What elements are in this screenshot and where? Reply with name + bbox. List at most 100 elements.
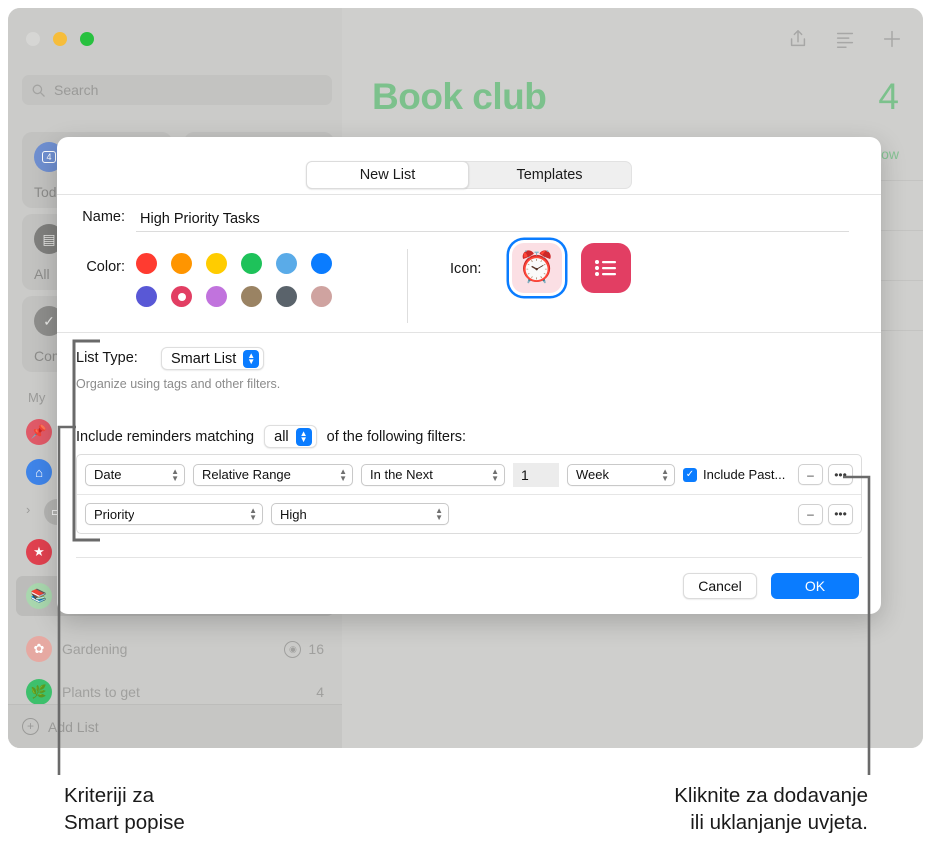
- leaf-icon: 🌿: [26, 679, 52, 705]
- match-rule-row: Include reminders matching all ▲ ▼ of the…: [76, 425, 466, 448]
- remove-filter-button[interactable]: –: [798, 503, 823, 525]
- filter-row-date: Date ▲ ▼ Relative Range ▲ ▼ In the Next ▲ ▼…: [77, 455, 861, 494]
- color-swatch-slate[interactable]: [276, 286, 297, 307]
- list-count: 16: [308, 641, 324, 657]
- filter-row-buttons: – •••: [798, 464, 853, 485]
- color-swatch-dusty-rose[interactable]: [311, 286, 332, 307]
- alarm-clock-emoji-icon: ⏰: [518, 251, 556, 284]
- more-filter-options-button[interactable]: •••: [828, 503, 853, 525]
- icon-label: Icon:: [450, 261, 482, 277]
- add-list-label: Add List: [48, 718, 99, 735]
- sidebar-list-item-gardening[interactable]: ✿ Gardening ◉ 16: [16, 629, 334, 669]
- dialog-divider-bottom: [76, 557, 862, 558]
- plus-circle-icon: +: [22, 718, 39, 735]
- color-swatch-indigo[interactable]: [136, 286, 157, 307]
- add-icon[interactable]: [881, 28, 903, 50]
- filter-direction-select[interactable]: In the Next ▲ ▼: [361, 463, 505, 486]
- color-swatch-row: [136, 253, 332, 274]
- list-bullet-icon: [595, 260, 616, 276]
- filter-direction-value: In the Next: [370, 467, 433, 482]
- tab-new-list[interactable]: New List: [306, 161, 469, 189]
- filter-mode-select[interactable]: Relative Range ▲ ▼: [193, 463, 353, 486]
- add-list-button[interactable]: + Add List: [8, 704, 342, 748]
- color-swatch-light-blue[interactable]: [276, 253, 297, 274]
- match-type-value: all: [274, 428, 289, 445]
- chevron-updown-icon: ▲ ▼: [491, 466, 499, 483]
- minimize-window-icon[interactable]: [53, 32, 67, 46]
- maximize-window-icon[interactable]: [80, 32, 94, 46]
- include-past-label: Include Past...: [703, 467, 786, 482]
- ok-button[interactable]: OK: [771, 573, 859, 599]
- filter-unit-select[interactable]: Week ▲ ▼: [567, 463, 675, 486]
- pin-icon: 📌: [26, 419, 52, 445]
- filter-mode-value: Relative Range: [202, 467, 291, 482]
- chevron-updown-icon: ▲ ▼: [661, 466, 669, 483]
- list-name-input[interactable]: [136, 206, 849, 232]
- color-swatch-pink-selected[interactable]: [171, 286, 192, 307]
- chevron-updown-icon: ▲ ▼: [243, 349, 260, 368]
- list-type-label: List Type:: [76, 350, 138, 366]
- window-toolbar: [787, 28, 903, 50]
- filter-amount-input[interactable]: [513, 462, 559, 487]
- color-swatch-green[interactable]: [241, 253, 262, 274]
- checkmark-icon: ✓: [683, 467, 697, 482]
- color-swatch-yellow[interactable]: [206, 253, 227, 274]
- filter-attribute-select[interactable]: Priority ▲ ▼: [85, 503, 263, 525]
- more-filter-options-button[interactable]: •••: [828, 464, 853, 485]
- color-swatch-blue[interactable]: [311, 253, 332, 274]
- chevron-updown-icon: ▲ ▼: [171, 466, 179, 483]
- color-swatch-grid: [136, 253, 332, 319]
- callout-left-line2: Smart popise: [64, 811, 185, 835]
- filter-row-buttons: – •••: [798, 503, 853, 525]
- filter-unit-value: Week: [576, 467, 609, 482]
- color-swatch-red[interactable]: [136, 253, 157, 274]
- list-name: Gardening: [62, 641, 128, 657]
- reminder-count: 4: [878, 76, 899, 117]
- icon-option-list-bullet[interactable]: [581, 243, 631, 293]
- callout-right-text: Kliknite za dodavanje ili uklanjanje uvj…: [674, 782, 868, 836]
- match-suffix-label: of the following filters:: [326, 428, 467, 445]
- filter-value-select[interactable]: High ▲ ▼: [271, 503, 449, 525]
- name-field-label: Name:: [82, 209, 125, 225]
- callout-right-line1: Kliknite za dodavanje: [674, 784, 868, 807]
- icon-option-alarm-clock-selected[interactable]: ⏰: [512, 243, 562, 293]
- color-swatch-brown[interactable]: [241, 286, 262, 307]
- dialog-divider-top: [57, 194, 881, 195]
- star-icon: ★: [26, 539, 52, 565]
- filter-attribute-select[interactable]: Date ▲ ▼: [85, 463, 185, 486]
- dialog-footer: Cancel OK: [683, 573, 859, 599]
- color-swatch-orange[interactable]: [171, 253, 192, 274]
- screenshot-root: Search 4 Tod ▤ All ✓ Com My �: [0, 0, 931, 851]
- match-type-select[interactable]: all ▲ ▼: [264, 425, 317, 448]
- list-view-icon[interactable]: [834, 28, 856, 50]
- filter-attribute-value: Priority: [94, 506, 135, 522]
- match-prefix-label: Include reminders matching: [76, 428, 255, 445]
- color-swatch-purple[interactable]: [206, 286, 227, 307]
- close-window-icon[interactable]: [26, 32, 40, 46]
- filters-list: Date ▲ ▼ Relative Range ▲ ▼ In the Next ▲ ▼…: [76, 454, 862, 534]
- search-placeholder: Search: [54, 82, 99, 98]
- books-icon: 📚: [26, 583, 52, 609]
- smart-card-label: All: [34, 266, 50, 282]
- list-type-select[interactable]: Smart List ▲ ▼: [161, 347, 265, 370]
- include-past-checkbox[interactable]: ✓ Include Past...: [683, 467, 785, 482]
- window-traffic-lights[interactable]: [26, 32, 94, 46]
- flower-icon: ✿: [26, 636, 52, 662]
- chevron-updown-icon: ▲ ▼: [249, 506, 257, 522]
- color-label: Color:: [86, 259, 125, 275]
- page-title: Book club: [372, 76, 547, 117]
- callout-left-text: Kriteriji za Smart popise: [64, 782, 185, 836]
- list-type-value: Smart List: [171, 350, 237, 367]
- callout-left-line1: Kriteriji za: [64, 784, 154, 807]
- chevron-updown-icon: ▲ ▼: [339, 466, 347, 483]
- search-icon: [32, 84, 45, 97]
- list-count: 4: [316, 684, 324, 700]
- filter-attribute-value: Date: [94, 467, 122, 482]
- share-icon[interactable]: [787, 28, 809, 50]
- remove-filter-button[interactable]: –: [798, 464, 823, 485]
- search-input[interactable]: Search: [22, 75, 332, 105]
- cancel-button[interactable]: Cancel: [683, 573, 757, 599]
- home-icon: ⌂: [26, 459, 52, 485]
- tab-templates[interactable]: Templates: [468, 162, 631, 188]
- sidebar-section-header: My: [28, 390, 46, 405]
